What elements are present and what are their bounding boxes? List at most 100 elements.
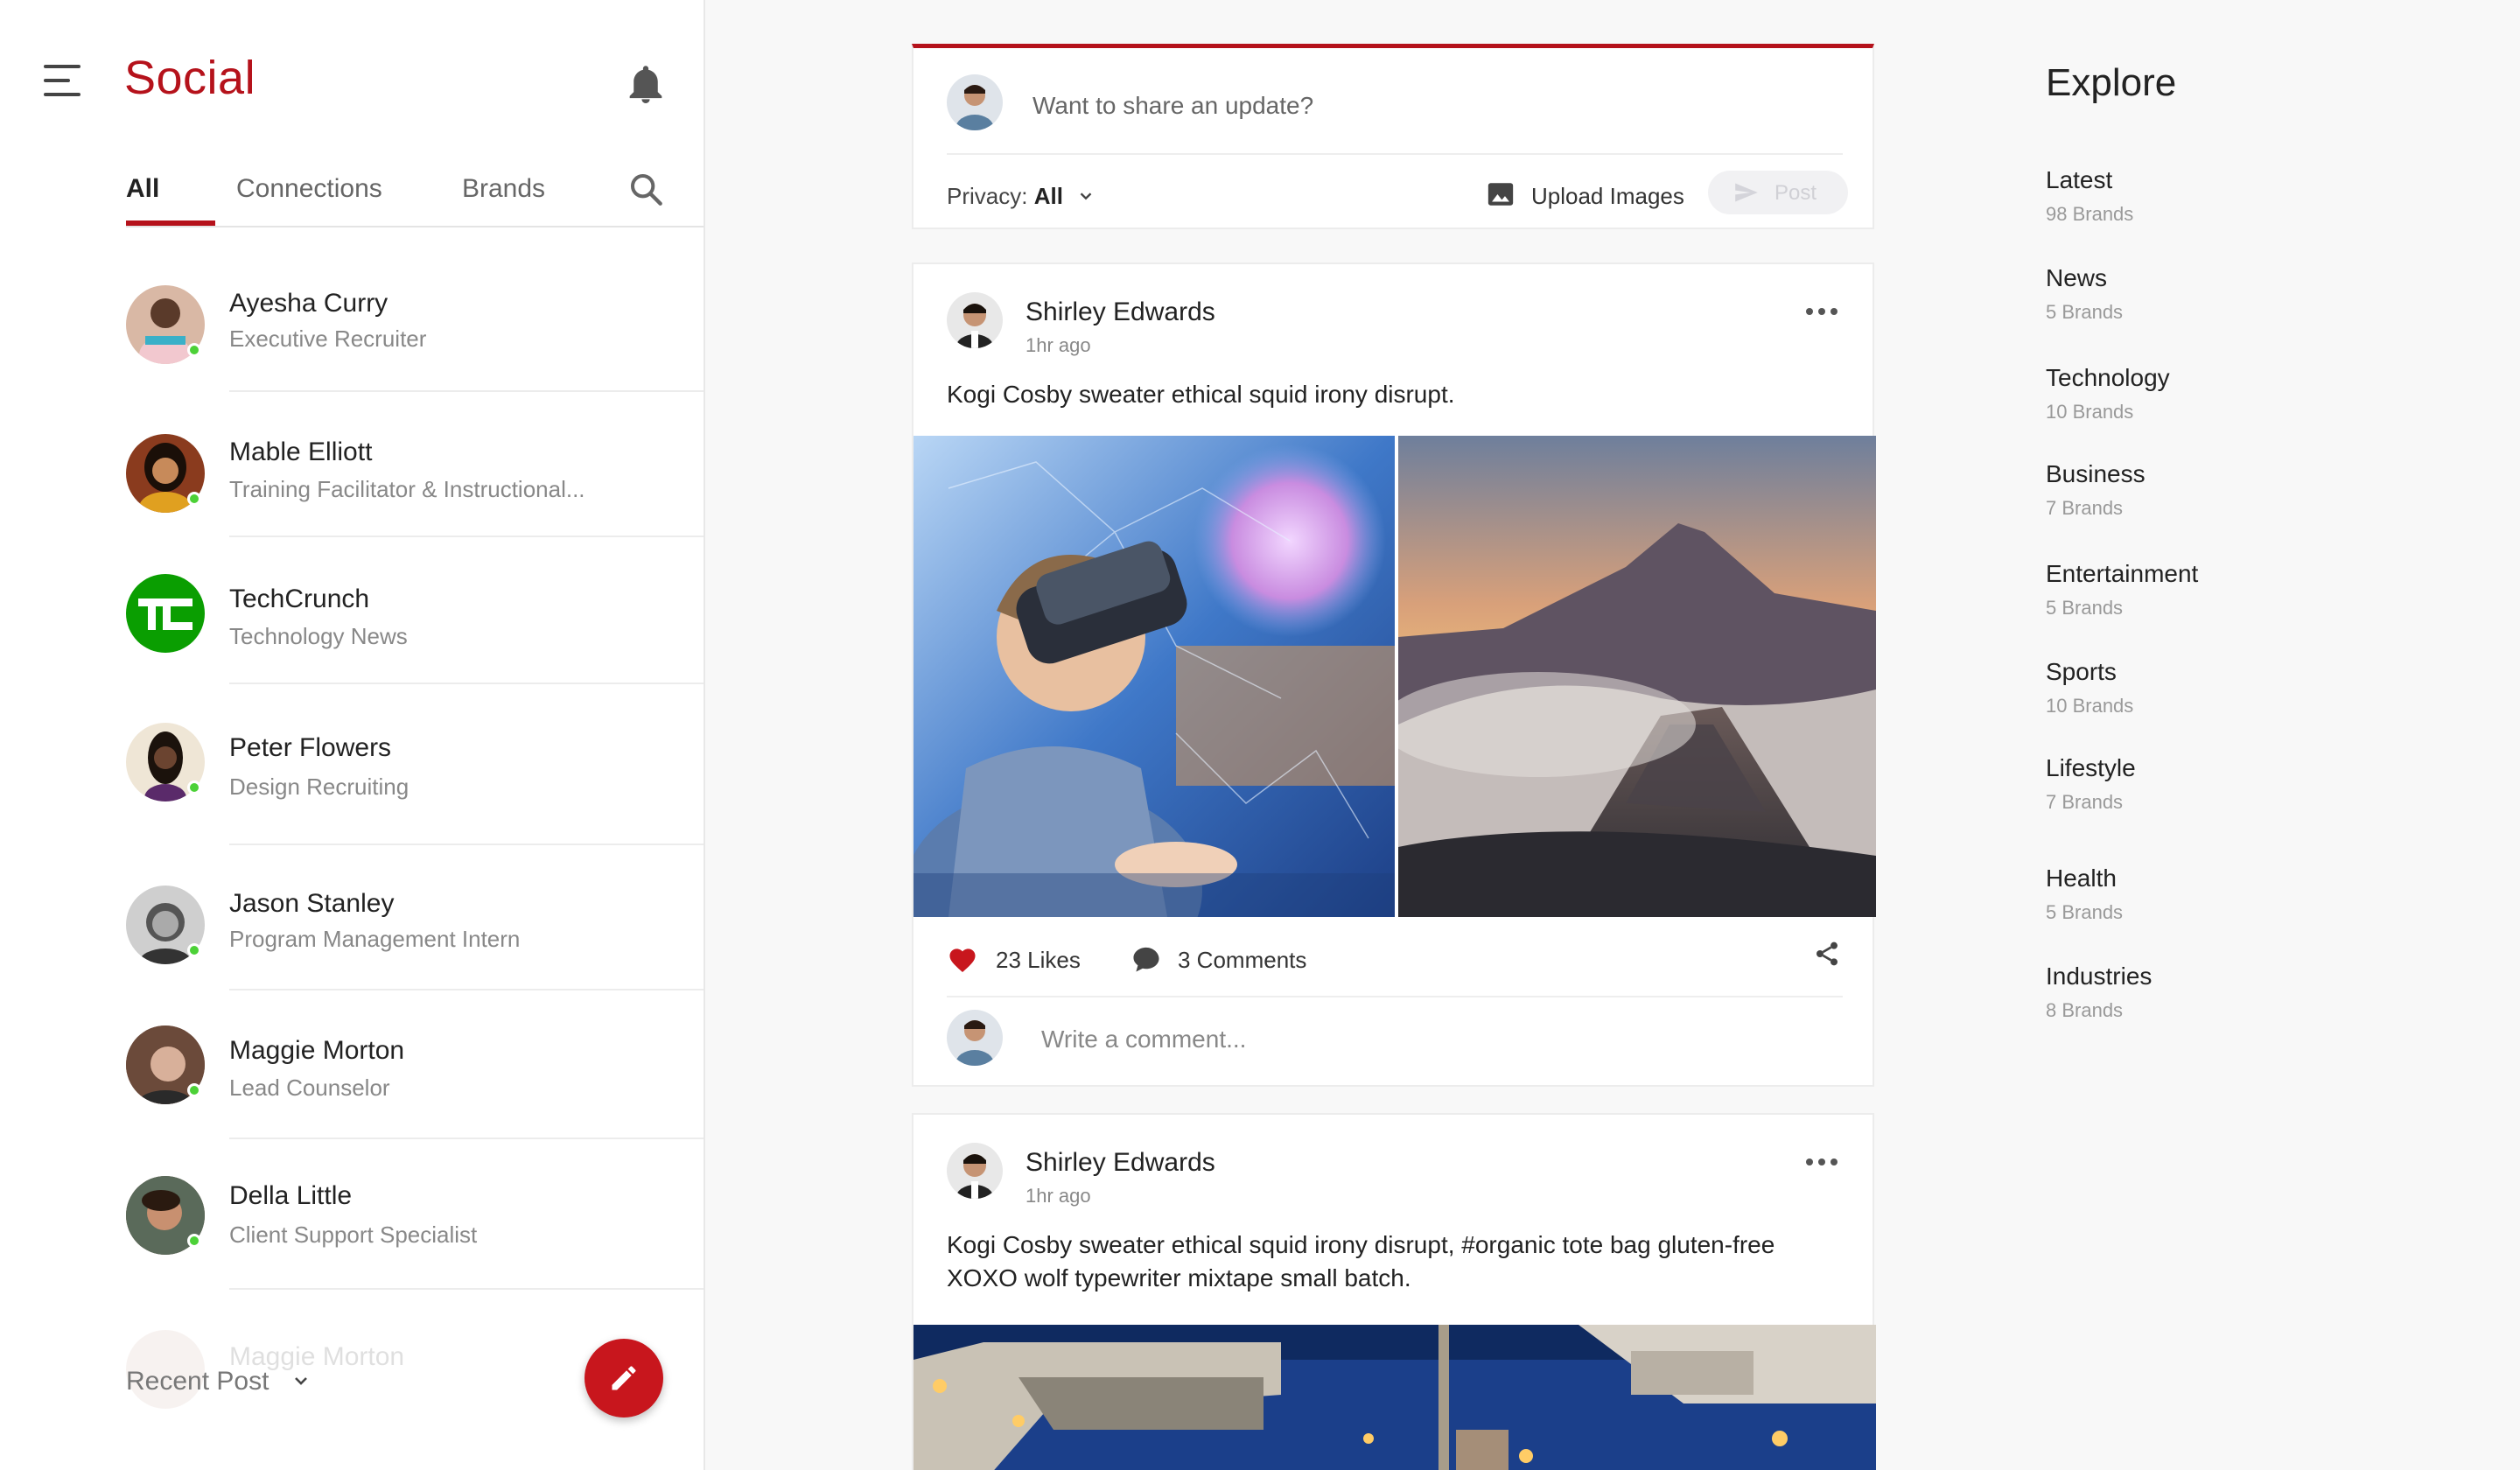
explore-category-news[interactable]: News 5 Brands xyxy=(2046,264,2123,324)
likes-count[interactable]: 23 Likes xyxy=(996,947,1081,974)
privacy-selector[interactable]: Privacy: All xyxy=(947,183,1063,210)
tab-all[interactable]: All xyxy=(126,172,159,228)
privacy-label: Privacy: xyxy=(947,183,1028,209)
post-button[interactable]: Post xyxy=(1708,171,1848,214)
divider xyxy=(229,1288,704,1290)
contact-name: Peter Flowers xyxy=(229,733,392,762)
contact-role: Technology News xyxy=(229,623,408,649)
divider xyxy=(229,390,704,392)
pencil-icon xyxy=(612,1366,636,1390)
post-author[interactable]: Shirley Edwards xyxy=(1026,298,1215,327)
recent-post-dropdown[interactable]: Recent Post xyxy=(126,1367,269,1396)
category-name: Lifestyle xyxy=(2046,754,2136,781)
divider xyxy=(947,153,1843,155)
category-count: 7 Brands xyxy=(2046,497,2124,519)
explore-category-sports[interactable]: Sports 10 Brands xyxy=(2046,658,2133,718)
tab-connections[interactable]: Connections xyxy=(236,172,382,228)
author-avatar[interactable] xyxy=(947,292,1003,348)
my-avatar xyxy=(947,74,1003,130)
vr-boy-image[interactable] xyxy=(914,436,1395,917)
contact-name: Della Little xyxy=(229,1181,353,1210)
category-count: 5 Brands xyxy=(2046,301,2124,323)
techcrunch-logo xyxy=(126,574,205,653)
post-author[interactable]: Shirley Edwards xyxy=(1026,1148,1215,1178)
category-count: 10 Brands xyxy=(2046,401,2134,423)
explore-category-entertainment[interactable]: Entertainment 5 Brands xyxy=(2046,560,2198,620)
sidebar: Social All Connections Brands Ayesha Cur… xyxy=(0,0,705,1470)
bell-icon[interactable] xyxy=(626,63,665,105)
volcano-image[interactable] xyxy=(1398,436,1876,917)
category-name: Industries xyxy=(2046,962,2152,990)
explore-category-health[interactable]: Health 5 Brands xyxy=(2046,864,2123,924)
more-options-icon[interactable] xyxy=(1806,308,1841,318)
share-update-input[interactable]: Want to share an update? xyxy=(1032,92,1313,120)
heart-icon[interactable] xyxy=(947,945,978,973)
privacy-value: All xyxy=(1033,183,1063,209)
contact-name: Ayesha Curry xyxy=(229,289,388,318)
category-count: 7 Brands xyxy=(2046,791,2124,813)
category-count: 98 Brands xyxy=(2046,203,2134,225)
chevron-down-icon[interactable] xyxy=(1076,186,1096,206)
category-count: 5 Brands xyxy=(2046,597,2124,619)
more-options-icon[interactable] xyxy=(1806,1158,1841,1169)
divider xyxy=(947,996,1843,998)
compose-button[interactable] xyxy=(584,1339,663,1418)
image-icon[interactable] xyxy=(1486,179,1516,209)
app-title: Social xyxy=(124,52,256,104)
search-icon[interactable] xyxy=(628,172,663,206)
post-composer: Want to share an update? Privacy: All Up… xyxy=(912,44,1874,229)
online-status-dot xyxy=(187,492,201,506)
send-icon xyxy=(1735,183,1758,202)
divider xyxy=(229,682,704,684)
category-count: 10 Brands xyxy=(2046,695,2134,717)
category-name: Health xyxy=(2046,864,2117,892)
comment-input[interactable]: Write a comment... xyxy=(1041,1026,1246,1054)
category-count: 8 Brands xyxy=(2046,999,2124,1021)
explore-category-business[interactable]: Business 7 Brands xyxy=(2046,460,2146,520)
category-name: Entertainment xyxy=(2046,560,2199,587)
post-timestamp: 1hr ago xyxy=(1026,1185,1091,1207)
contact-role: Training Facilitator & Instructional... xyxy=(229,476,585,502)
contact-name: Jason Stanley xyxy=(229,889,395,918)
chevron-down-icon[interactable] xyxy=(290,1370,312,1391)
online-status-dot xyxy=(187,780,201,794)
online-status-dot xyxy=(187,343,201,357)
contact-name: Maggie Morton xyxy=(229,1036,405,1065)
category-name: Sports xyxy=(2046,658,2117,685)
online-status-dot xyxy=(187,1234,201,1248)
explore-category-latest[interactable]: Latest 98 Brands xyxy=(2046,166,2133,226)
comment-icon[interactable] xyxy=(1130,945,1162,973)
explore-category-industries[interactable]: Industries 8 Brands xyxy=(2046,962,2152,1022)
explore-category-lifestyle[interactable]: Lifestyle 7 Brands xyxy=(2046,754,2136,814)
category-count: 5 Brands xyxy=(2046,901,2124,923)
share-icon[interactable] xyxy=(1813,940,1841,968)
divider xyxy=(229,1138,704,1139)
contact-name: TechCrunch xyxy=(229,584,370,613)
category-name: News xyxy=(2046,264,2108,291)
contact-role: Lead Counselor xyxy=(229,1074,390,1101)
sidebar-tabs: All Connections Brands xyxy=(126,172,704,228)
contact-role: Executive Recruiter xyxy=(229,326,427,352)
upload-images-button[interactable]: Upload Images xyxy=(1531,183,1684,210)
category-name: Latest xyxy=(2046,166,2113,193)
author-avatar[interactable] xyxy=(947,1143,1003,1199)
post-image[interactable] xyxy=(914,1325,1876,1470)
category-name: Technology xyxy=(2046,364,2170,391)
comments-count[interactable]: 3 Comments xyxy=(1178,947,1306,974)
post-text: Kogi Cosby sweater ethical squid irony d… xyxy=(947,1231,1775,1292)
explore-title: Explore xyxy=(2046,61,2177,104)
post-image-gallery xyxy=(914,436,1876,917)
explore-category-technology[interactable]: Technology 10 Brands xyxy=(2046,364,2170,424)
contact-role: Client Support Specialist xyxy=(229,1222,478,1248)
tab-brands[interactable]: Brands xyxy=(462,172,545,228)
contact-role: Design Recruiting xyxy=(229,774,410,800)
category-name: Business xyxy=(2046,460,2146,487)
divider xyxy=(229,536,704,537)
my-avatar xyxy=(947,1010,1003,1066)
post-card: Shirley Edwards 1hr ago Kogi Cosby sweat… xyxy=(912,1113,1876,1470)
menu-icon[interactable] xyxy=(44,65,80,96)
active-tab-indicator xyxy=(126,220,215,226)
post-timestamp: 1hr ago xyxy=(1026,334,1091,356)
post-button-label: Post xyxy=(1774,181,1817,205)
post-card: Shirley Edwards 1hr ago Kogi Cosby sweat… xyxy=(912,262,1876,1087)
